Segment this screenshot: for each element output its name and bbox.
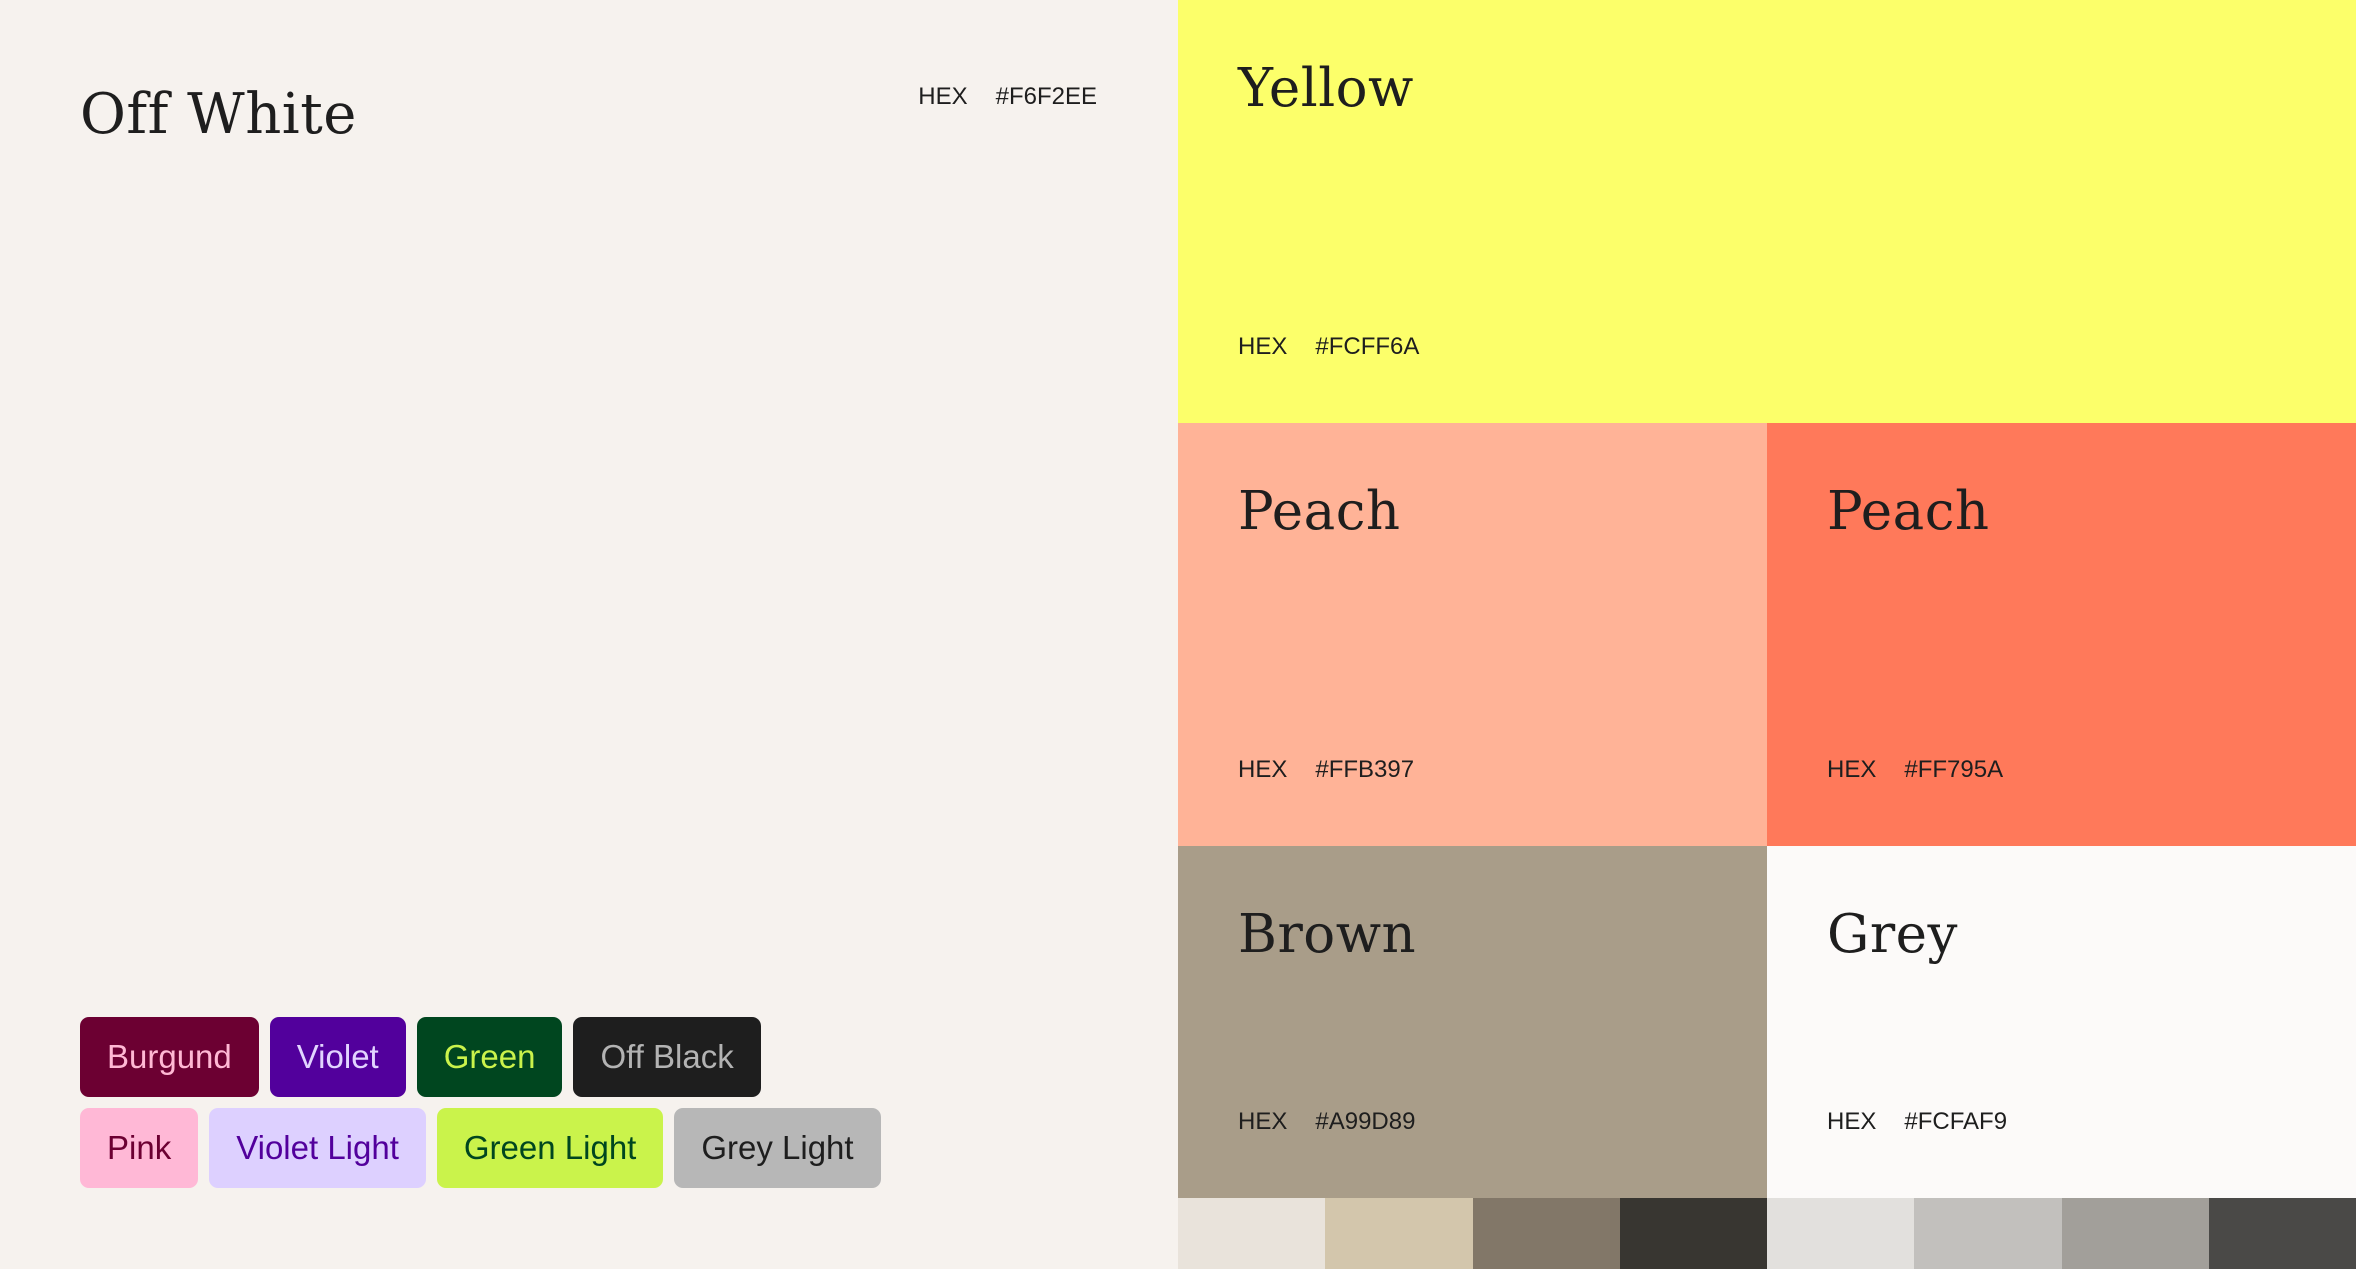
tint-swatch (1767, 1198, 1915, 1269)
hex-label: HEX (1238, 333, 1288, 360)
peach-light-swatch: Peach HEX #FFB397 (1178, 423, 1767, 846)
hex-label: HEX (1238, 1108, 1288, 1135)
off-white-panel: Off White HEX #F6F2EE Burgund Violet Gre… (0, 0, 1178, 1269)
chip-pink[interactable]: Pink (80, 1108, 199, 1188)
tint-swatch (2208, 1198, 2356, 1269)
peach-dark-hex: HEX #FF795A (1827, 756, 2003, 784)
hex-label: HEX (1238, 756, 1288, 783)
hex-value: #FF795A (1904, 756, 2004, 783)
yellow-title: Yellow (1238, 58, 1414, 119)
chip-violet-light[interactable]: Violet Light (209, 1108, 426, 1188)
grey-hex: HEX #FCFAF9 (1827, 1108, 2007, 1136)
hex-value: #FCFF6A (1315, 333, 1420, 360)
chip-row-dark: Burgund Violet Green Off Black (80, 1017, 761, 1097)
chip-violet[interactable]: Violet (269, 1017, 406, 1097)
off-white-hex: HEX #F6F2EE (918, 83, 1097, 111)
tint-swatch (1914, 1198, 2062, 1269)
brown-swatch: Brown HEX #A99D89 (1178, 846, 1767, 1198)
hex-label: HEX (918, 83, 968, 110)
chip-green-light[interactable]: Green Light (436, 1108, 664, 1188)
peach-dark-title: Peach (1827, 481, 1990, 542)
tint-swatch (1472, 1198, 1620, 1269)
hex-label: HEX (1827, 756, 1877, 783)
grey-title: Grey (1827, 904, 1958, 965)
brown-title: Brown (1238, 904, 1417, 965)
yellow-hex: HEX #FCFF6A (1238, 333, 1419, 361)
hex-value: #FCFAF9 (1904, 1108, 2008, 1135)
peach-dark-swatch: Peach HEX #FF795A (1767, 423, 2356, 846)
tint-swatch (1178, 1198, 1326, 1269)
tint-swatch (2061, 1198, 2209, 1269)
yellow-swatch: Yellow HEX #FCFF6A (1178, 0, 2356, 423)
hex-label: HEX (1827, 1108, 1877, 1135)
tint-swatch (1325, 1198, 1473, 1269)
chip-row-light: Pink Violet Light Green Light Grey Light (80, 1108, 881, 1188)
grey-swatch: Grey HEX #FCFAF9 (1767, 846, 2356, 1198)
chip-burgund[interactable]: Burgund (80, 1017, 259, 1097)
hex-value: #A99D89 (1315, 1108, 1416, 1135)
chip-green[interactable]: Green (416, 1017, 563, 1097)
chip-off-black[interactable]: Off Black (573, 1017, 761, 1097)
hex-value: #FFB397 (1315, 756, 1415, 783)
brown-hex: HEX #A99D89 (1238, 1108, 1415, 1136)
peach-light-title: Peach (1238, 481, 1401, 542)
tint-swatch (1619, 1198, 1767, 1269)
hex-value: #F6F2EE (995, 83, 1097, 110)
off-white-title: Off White (80, 82, 357, 147)
peach-light-hex: HEX #FFB397 (1238, 756, 1414, 784)
chip-grey-light[interactable]: Grey Light (674, 1108, 881, 1188)
